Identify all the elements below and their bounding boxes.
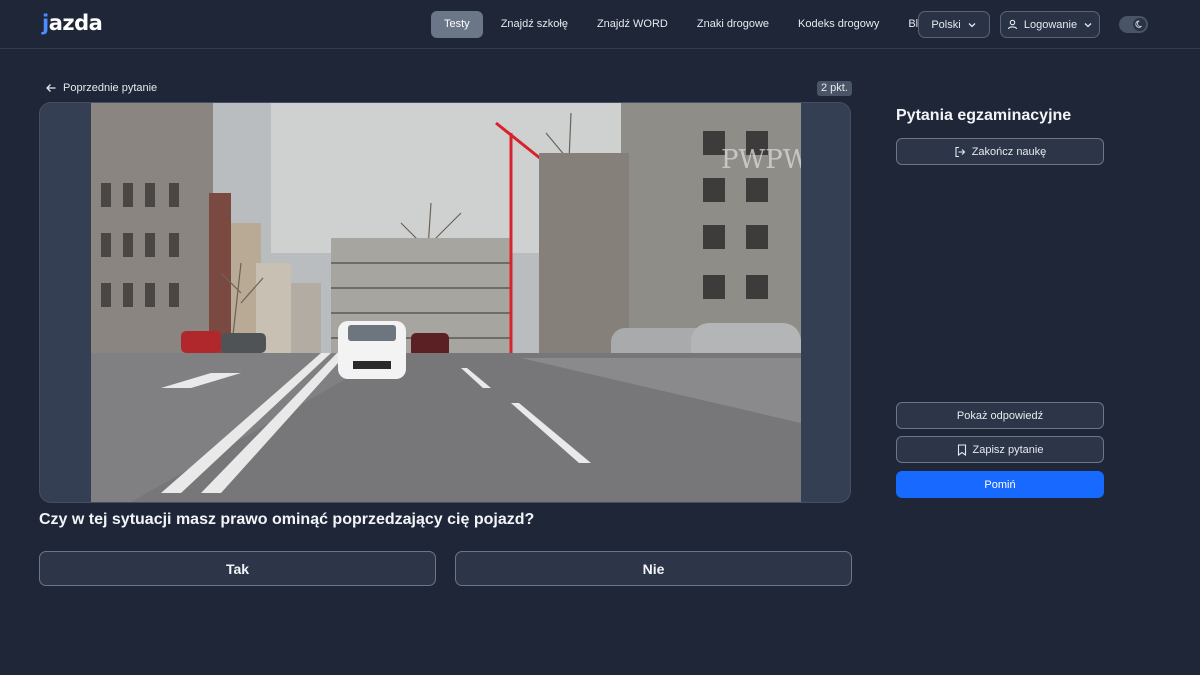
previous-question-link[interactable]: Poprzednie pytanie [45,80,157,96]
arrow-left-icon [45,82,57,94]
answer-tak-button[interactable]: Tak [39,551,436,586]
nav-znajdz-word[interactable]: Znajdź WORD [584,11,681,38]
language-select[interactable]: Polski [918,11,990,38]
save-question-button[interactable]: Zapisz pytanie [896,436,1104,463]
save-question-label: Zapisz pytanie [972,443,1044,456]
moon-icon [1133,18,1146,31]
user-icon [1007,19,1018,30]
chevron-down-icon [967,20,977,30]
question-text: Czy w tej sytuacji masz prawo ominąć pop… [39,511,535,528]
nav-znajdz-szkole[interactable]: Znajdź szkołę [488,11,581,38]
previous-question-label: Poprzednie pytanie [63,82,158,94]
end-learning-label: Zakończ naukę [971,145,1047,158]
sidebar-title: Pytania egzaminacyjne [896,107,1072,124]
theme-toggle[interactable] [1119,16,1148,33]
street-scene-image: PWPW [91,103,801,502]
login-button[interactable]: Logowanie [1000,11,1100,38]
pwpw-watermark: PWPW [721,145,801,175]
logo-text: azda [48,11,103,35]
question-media: PWPW [39,102,851,503]
logout-icon [954,146,966,158]
end-learning-button[interactable]: Zakończ naukę [896,138,1104,165]
login-label: Logowanie [1023,18,1078,31]
main-nav: Testy Znajdź szkołę Znajdź WORD Znaki dr… [431,11,946,38]
nav-znaki-drogowe[interactable]: Znaki drogowe [684,11,782,38]
nav-testy[interactable]: Testy [431,11,483,38]
answer-nie-button[interactable]: Nie [455,551,852,586]
show-answer-button[interactable]: Pokaż odpowiedź [896,402,1104,429]
top-navbar: j azda Testy Znajdź szkołę Znajdź WORD Zn… [0,0,1200,49]
chevron-down-icon [1083,20,1093,30]
skip-button[interactable]: Pomiń [896,471,1104,498]
nav-kodeks-drogowy[interactable]: Kodeks drogowy [785,11,892,38]
points-badge: 2 pkt. [817,81,852,96]
logo[interactable]: j azda [42,10,103,36]
language-label: Polski [931,18,961,31]
bookmark-icon [957,443,967,456]
